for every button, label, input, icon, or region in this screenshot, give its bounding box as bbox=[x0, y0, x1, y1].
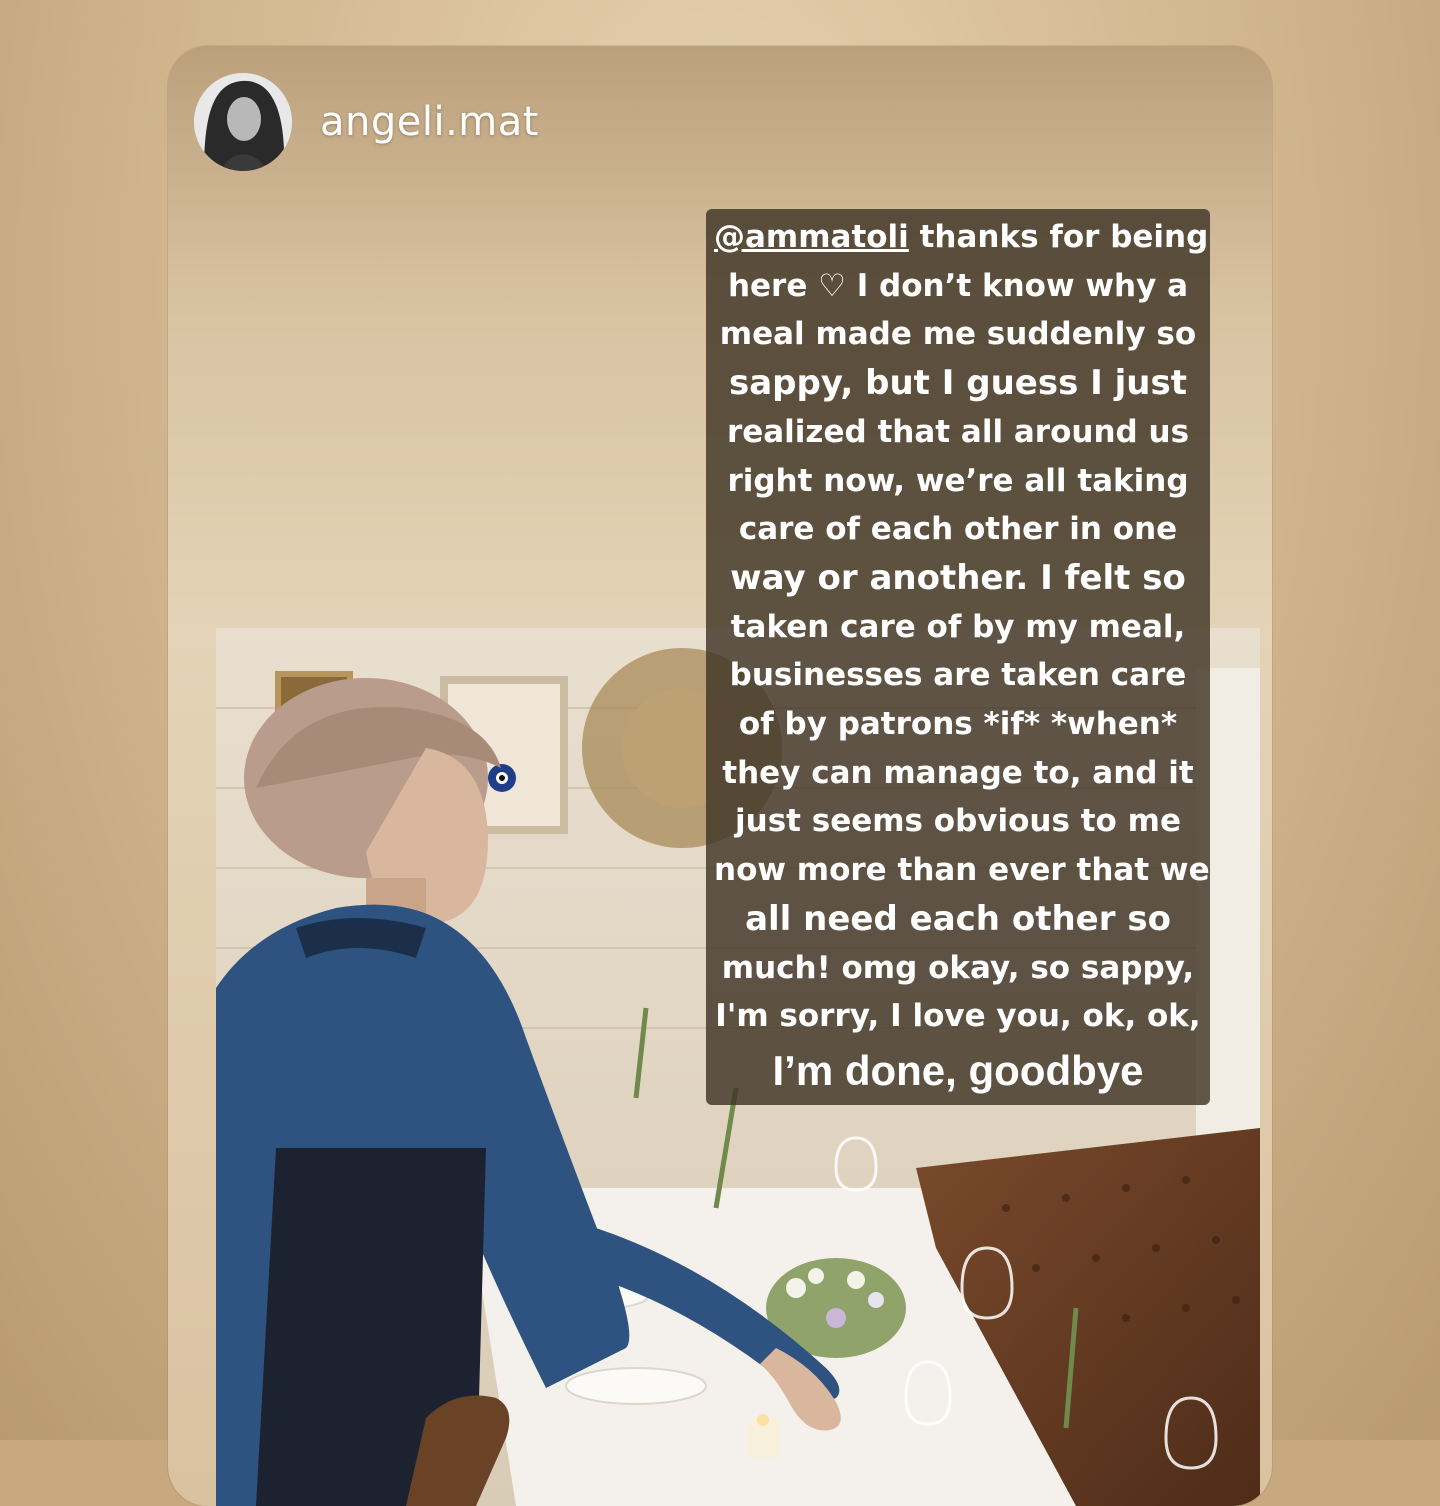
caption-line: realized that all around us bbox=[726, 413, 1190, 450]
caption-line: here ♡ I don’t know why a bbox=[727, 267, 1189, 304]
caption-line: I’m done, goodbye bbox=[772, 1046, 1144, 1094]
caption-line-1: @ammatoli thanks for being bbox=[714, 219, 1209, 255]
caption-line: just seems obvious to me bbox=[735, 803, 1181, 840]
caption-line: care of each other in one bbox=[738, 511, 1178, 548]
caption-line: meal made me suddenly so bbox=[719, 316, 1197, 353]
caption-line: much! omg okay, so sappy, bbox=[721, 949, 1195, 986]
mention-link[interactable]: @ammatoli bbox=[714, 219, 909, 255]
caption-line: now more than ever that we bbox=[714, 852, 1210, 889]
avatar[interactable] bbox=[194, 73, 292, 171]
caption-line: all need each other so bbox=[745, 898, 1171, 939]
caption-line: taken care of by my meal, bbox=[730, 608, 1186, 645]
story-caption: @ammatoli thanks for being here ♡ I don’… bbox=[706, 209, 1210, 1105]
story-card: angeli.mat @ammatoli thanks for being he… bbox=[168, 46, 1272, 1506]
caption-line: sappy, but I guess I just bbox=[728, 363, 1187, 404]
avatar-photo bbox=[194, 73, 292, 171]
caption-line: way or another. I felt so bbox=[730, 557, 1186, 598]
caption-line: right now, we’re all taking bbox=[727, 462, 1189, 499]
caption-line: I'm sorry, I love you, ok, ok, bbox=[715, 998, 1201, 1035]
caption-line: of by patrons *if* *when* bbox=[738, 706, 1178, 743]
story-header: angeli.mat bbox=[194, 72, 539, 172]
username[interactable]: angeli.mat bbox=[320, 99, 539, 145]
caption-line: they can manage to, and it bbox=[722, 754, 1194, 791]
caption-line: businesses are taken care bbox=[729, 657, 1187, 694]
